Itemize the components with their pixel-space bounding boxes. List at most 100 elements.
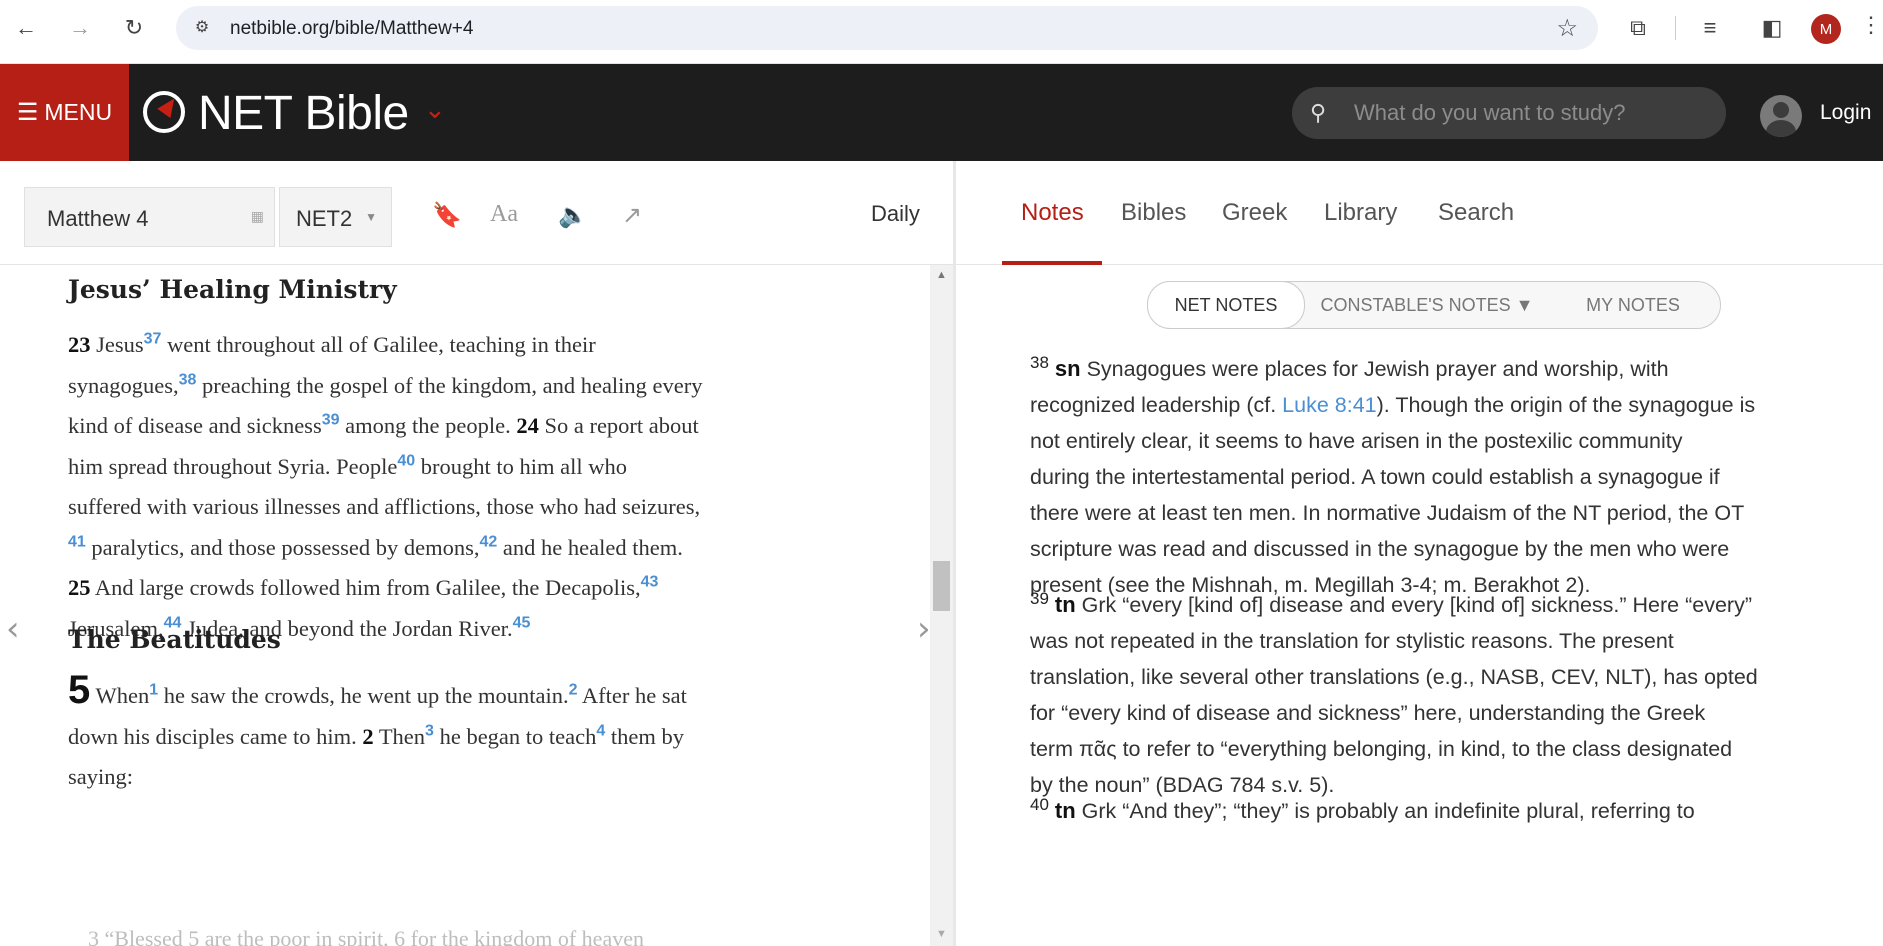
back-arrow-icon[interactable]: ← xyxy=(10,12,42,44)
reading-scrollbar[interactable]: ▲ ▼ xyxy=(930,265,953,946)
scroll-thumb[interactable] xyxy=(933,561,950,611)
footnote-marker[interactable]: 2 xyxy=(569,682,578,699)
verse-paragraph: 23 Jesus37 went throughout all of Galile… xyxy=(68,325,868,649)
verse-text: paralytics, and those possessed by demon… xyxy=(85,534,480,560)
menu-button[interactable]: ☰ MENU xyxy=(0,64,129,161)
chevron-down-icon[interactable]: ⌄ xyxy=(424,94,446,125)
verse-line: 41 paralytics, and those possessed by de… xyxy=(68,528,868,569)
daily-link[interactable]: Daily xyxy=(871,201,920,227)
verse-text: and he healed them. xyxy=(497,534,683,560)
verse-text: Then xyxy=(378,723,426,749)
note-line: for “every kind of disease and sickness”… xyxy=(1030,701,1706,725)
passage-selector[interactable]: Matthew 4 ▦ xyxy=(24,187,275,247)
menu-label: MENU xyxy=(44,99,113,125)
verse-text: preaching the gospel of the kingdom, and… xyxy=(196,372,703,398)
audio-icon[interactable]: 🔈 xyxy=(558,201,588,230)
book-grid-icon[interactable]: ▦ xyxy=(251,208,264,225)
tab-search[interactable]: Search xyxy=(1438,199,1514,227)
verse-text: down his disciples came to him. xyxy=(68,723,357,749)
bookmark-star-icon[interactable]: ☆ xyxy=(1556,14,1578,43)
extensions-icon[interactable]: ⧉ xyxy=(1622,12,1654,44)
login-link[interactable]: Login xyxy=(1820,101,1871,125)
chapter-number: 5 xyxy=(68,668,91,712)
note-number[interactable]: 39 xyxy=(1030,589,1049,608)
note-text: ). Though the origin of the synagogue is xyxy=(1376,393,1756,417)
verse-number: 23 xyxy=(68,332,91,357)
share-icon[interactable]: ↗ xyxy=(622,201,642,230)
note-line: 40 tn Grk “And they”; “they” is probably… xyxy=(1030,793,1830,829)
address-bar[interactable]: ⚙ netbible.org/bible/Matthew+4 ☆ xyxy=(176,6,1598,50)
tab-library[interactable]: Library xyxy=(1324,199,1397,227)
note-type: tn xyxy=(1054,798,1076,823)
verse-line: 23 Jesus37 went throughout all of Galile… xyxy=(68,325,868,366)
toolbar-separator xyxy=(1675,16,1676,40)
browser-menu-icon[interactable]: ⋮ xyxy=(1860,12,1882,44)
verse-text: And large crowds followed him from Galil… xyxy=(94,575,641,600)
verse-line: him spread throughout Syria. People40 br… xyxy=(68,447,868,488)
verse-text: he began to teach xyxy=(433,723,597,749)
version-selector[interactable]: NET2 ▼ xyxy=(279,187,392,247)
note-text: Grk “And they”; “they” is probably an in… xyxy=(1081,799,1695,823)
footnote-marker[interactable]: 4 xyxy=(596,722,605,739)
constables-notes-option[interactable]: CONSTABLE'S NOTES ▼ xyxy=(1308,282,1546,328)
verse-line: suffered with various illnesses and affl… xyxy=(68,487,868,528)
note-line: during the intertestamental period. A to… xyxy=(1030,465,1720,489)
scroll-down-icon[interactable]: ▼ xyxy=(936,928,947,940)
note-line: recognized leadership (cf. Luke 8:41). T… xyxy=(1030,387,1830,423)
site-search-box[interactable]: ⚲ xyxy=(1292,87,1726,139)
verse-number: 25 xyxy=(68,575,91,600)
note-number[interactable]: 38 xyxy=(1030,353,1049,372)
scripture-link[interactable]: Luke 8:41 xyxy=(1282,393,1376,417)
net-notes-option[interactable]: NET NOTES xyxy=(1147,281,1305,329)
section-heading: Jesus’ Healing Ministry xyxy=(68,275,397,304)
tab-bibles[interactable]: Bibles xyxy=(1121,199,1186,227)
reload-icon[interactable]: ↻ xyxy=(118,12,150,44)
footnote-marker[interactable]: 37 xyxy=(144,331,162,348)
scroll-up-icon[interactable]: ▲ xyxy=(936,269,947,281)
site-header: ☰ MENU NET Bible ⌄ ⚲ Login xyxy=(0,64,1883,161)
verse-line: kind of disease and sickness39 among the… xyxy=(68,406,868,447)
side-panel-icon[interactable]: ◧ xyxy=(1756,12,1788,44)
footnote-marker[interactable]: 39 xyxy=(322,412,340,429)
hamburger-icon: ☰ xyxy=(16,99,39,126)
bookmark-icon[interactable]: 🔖 xyxy=(432,201,462,230)
tab-notes[interactable]: Notes xyxy=(1021,199,1084,227)
note-number[interactable]: 40 xyxy=(1030,795,1049,814)
next-chapter-icon[interactable]: › xyxy=(917,609,931,649)
search-input[interactable] xyxy=(1354,100,1714,126)
user-avatar-icon[interactable] xyxy=(1760,95,1802,137)
verse-text: kind of disease and sickness xyxy=(68,413,322,438)
tab-greek[interactable]: Greek xyxy=(1222,199,1287,227)
footnote-marker[interactable]: 38 xyxy=(179,371,197,388)
net-logo-icon[interactable] xyxy=(143,91,185,133)
verse-text: suffered with various illnesses and affl… xyxy=(68,494,701,519)
my-notes-option[interactable]: MY NOTES xyxy=(1552,282,1714,328)
faded-verse-line: 3 “Blessed 5 are the poor in spirit, 6 f… xyxy=(88,926,644,946)
bible-reading-panel: Matthew 4 ▦ NET2 ▼ 🔖 Aa 🔈 ↗ Daily Jesus’… xyxy=(0,161,953,946)
footnote-marker[interactable]: 3 xyxy=(425,722,434,739)
footnote-marker[interactable]: 41 xyxy=(68,533,86,550)
profile-avatar[interactable]: M xyxy=(1811,14,1841,44)
verse-text: So a report about xyxy=(544,413,699,438)
site-info-icon[interactable]: ⚙ xyxy=(190,16,214,40)
footnote-marker[interactable]: 40 xyxy=(397,452,415,469)
study-tabs: Notes Bibles Greek Library Search xyxy=(956,161,1883,265)
note-text: Synagogues were places for Jewish prayer… xyxy=(1086,357,1669,381)
media-queue-icon[interactable]: ≡ xyxy=(1694,12,1726,44)
note-line: 39 tn Grk “every [kind of] disease and e… xyxy=(1030,587,1830,623)
forward-arrow-icon[interactable]: → xyxy=(64,12,96,44)
site-brand[interactable]: NET Bible xyxy=(198,86,409,141)
verse-text: When xyxy=(95,683,150,708)
footnote-marker[interactable]: 1 xyxy=(149,682,158,699)
note-line: translation, like several other translat… xyxy=(1030,665,1758,689)
footnote-marker[interactable]: 45 xyxy=(513,614,531,631)
font-size-icon[interactable]: Aa xyxy=(490,201,518,228)
verse-text: went throughout all of Galilee, teaching… xyxy=(161,332,596,357)
note-line: was not repeated in the translation for … xyxy=(1030,629,1674,653)
verse-text: After he sat xyxy=(577,683,687,708)
footnote-marker[interactable]: 43 xyxy=(641,574,659,591)
previous-chapter-icon[interactable]: ‹ xyxy=(6,609,20,649)
footnote-marker[interactable]: 42 xyxy=(479,533,497,550)
address-url[interactable]: netbible.org/bible/Matthew+4 xyxy=(230,18,473,40)
note-line: term πᾶς to refer to “everything belongi… xyxy=(1030,737,1733,761)
